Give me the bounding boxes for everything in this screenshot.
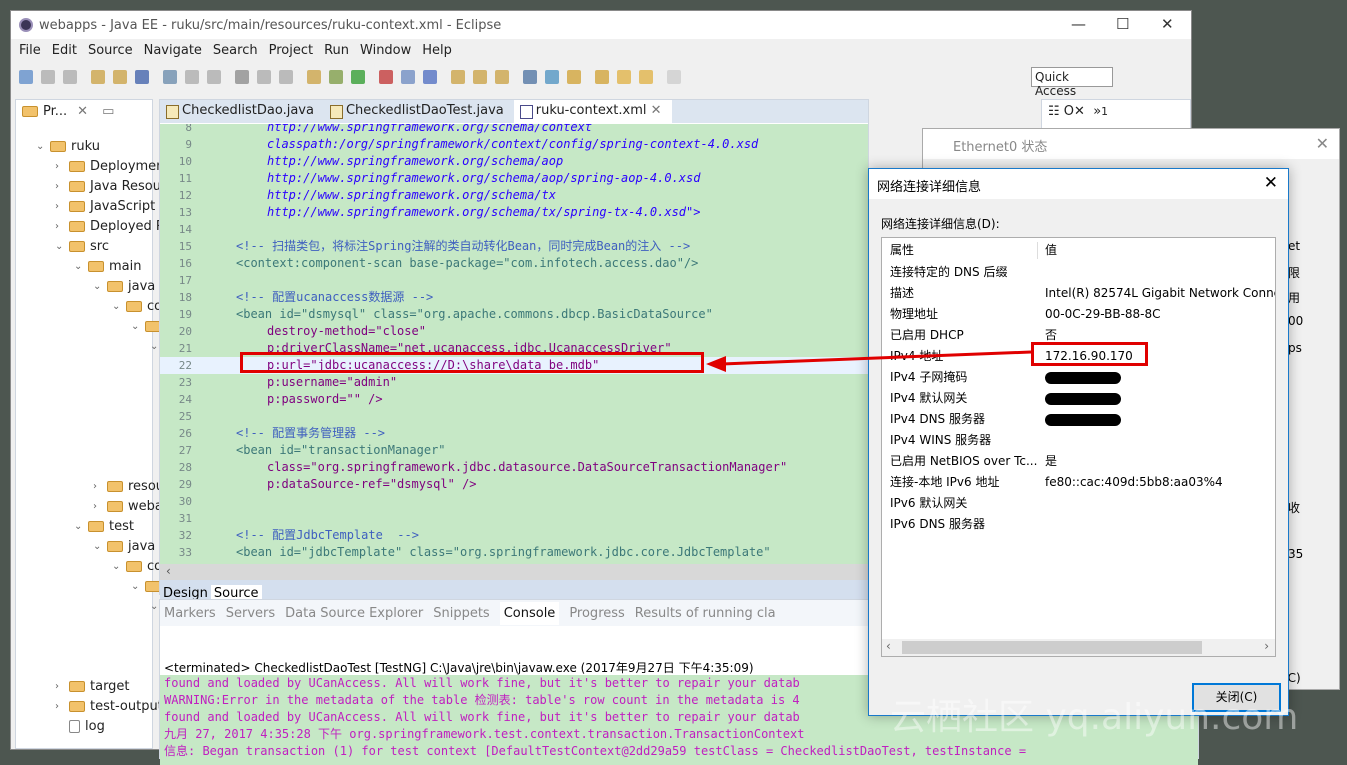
console-line: 信息: Began transaction (1) for test conte… <box>164 744 1027 758</box>
watermark: 云栖社区 yq.aliyun.com <box>890 697 1299 738</box>
annotation-arrow <box>706 350 1032 372</box>
